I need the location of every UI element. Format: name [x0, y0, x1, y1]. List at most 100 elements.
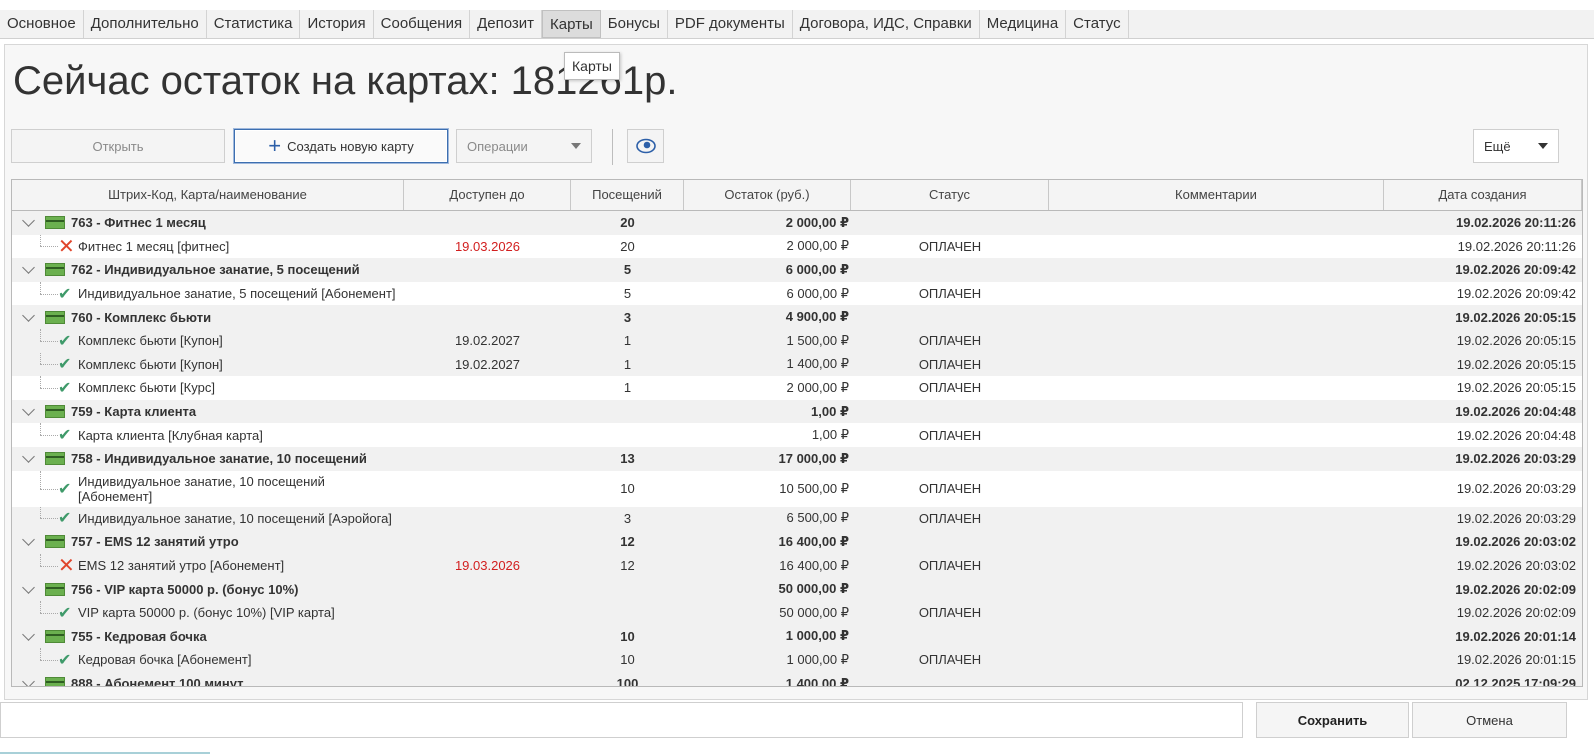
tab-item[interactable]: Сообщения: [374, 10, 471, 38]
card-item-row[interactable]: ✔ Индивидуальное занатие, 10 посещений [А…: [12, 506, 1582, 531]
tab-item[interactable]: Основное: [0, 10, 84, 38]
created-date-cell: 19.02.2026 20:03:29: [1456, 510, 1576, 526]
toolbar-divider: [612, 129, 613, 165]
card-group-row[interactable]: 755 - Кедровая бочка 10 1 000,00 ₽ 19.02.20…: [12, 624, 1582, 649]
tab-item[interactable]: PDF документы: [668, 10, 793, 38]
card-icon: [45, 629, 65, 643]
operations-label: Операции: [467, 138, 528, 154]
card-group-row[interactable]: 759 - Карта клиента 1,00 ₽ 19.02.2026 20:0…: [12, 399, 1582, 424]
card-group-row[interactable]: 756 - VIP карта 50000 р. (бонус 10%) 50 0…: [12, 577, 1582, 601]
valid-until-cell: [404, 577, 571, 601]
create-card-button[interactable]: + Создать новую карту: [234, 129, 448, 163]
column-header[interactable]: Доступен до: [404, 180, 571, 210]
tab-item[interactable]: Договора, ИДС, Справки: [793, 10, 980, 38]
comment-input[interactable]: [0, 702, 1243, 738]
card-item-row[interactable]: ✕ Фитнес 1 месяц [фитнес] 19.03.2026 20 2 00…: [12, 234, 1582, 259]
created-date-cell: 19.02.2026 20:03:29: [1456, 481, 1576, 497]
comment-cell: [1049, 211, 1384, 235]
tab-item[interactable]: Статистика: [207, 10, 301, 38]
chevron-down-icon[interactable]: [22, 261, 35, 275]
card-item-row[interactable]: ✔ Индивидуальное занатие, 5 посещений [Аб…: [12, 281, 1582, 306]
tab-item[interactable]: Дополнительно: [84, 10, 207, 38]
status-cell: ОПЛАЧЕН: [918, 238, 982, 254]
card-group-row[interactable]: 763 - Фитнес 1 месяц 20 2 000,00 ₽ 19.02.20…: [12, 211, 1582, 235]
cards-panel: Сейчас остаток на картах: 181261р. Откры…: [4, 44, 1588, 700]
card-name-cell: ✔ Индивидуальное занатие, 5 посещений [Аб…: [12, 281, 404, 306]
column-header[interactable]: Комментарии: [1049, 180, 1384, 210]
card-item-row[interactable]: ✔ Комплекс бьюти [Курс] 1 2 000,00 ₽ ОПЛАЧЕН…: [12, 376, 1582, 400]
card-item-row[interactable]: ✔ Индивидуальное занатие, 10 посещений [А…: [12, 470, 1582, 507]
card-group-row[interactable]: 888 - Абонемент 100 минут 100 1 400,00 ₽ 02…: [12, 671, 1582, 687]
column-header[interactable]: Посещений: [571, 180, 684, 210]
card-item-row[interactable]: ✕ EMS 12 занятий утро [Абонемент] 19.03.20…: [12, 553, 1582, 578]
check-icon: ✔: [58, 285, 72, 303]
card-name-text: 759 - Карта клиента: [71, 404, 197, 420]
card-group-row[interactable]: 757 - EMS 12 занятий утро 12 16 400,00 ₽ 19…: [12, 530, 1582, 554]
column-header[interactable]: Статус: [851, 180, 1049, 210]
tab-item[interactable]: Депозит: [470, 10, 543, 38]
cancel-button[interactable]: Отмена: [1412, 702, 1567, 738]
chevron-down-icon[interactable]: [22, 214, 35, 228]
chevron-down-icon[interactable]: [22, 628, 35, 641]
card-item-row[interactable]: ✔ Карта клиента [Клубная карта] 1,00 ₽ ОПЛА…: [12, 423, 1582, 447]
column-header[interactable]: Остаток (руб.): [684, 180, 851, 210]
status-cell: ОПЛАЧЕН: [918, 286, 982, 302]
card-item-row[interactable]: ✔ Комплекс бьюти [Купон] 19.02.2027 1 1 500,…: [12, 329, 1582, 353]
column-header[interactable]: Дата создания: [1384, 180, 1582, 210]
chevron-down-icon[interactable]: [22, 450, 35, 464]
card-item-row[interactable]: ✔ Комплекс бьюти [Купон] 19.02.2027 1 1 400,…: [12, 352, 1582, 377]
balance-cell: 1 400,00 ₽: [785, 675, 849, 687]
valid-until-cell: [404, 471, 571, 507]
chevron-down-icon: [1538, 143, 1548, 149]
tab-item[interactable]: Бонусы: [601, 10, 668, 38]
comment-cell: [1049, 258, 1384, 282]
tab-item[interactable]: Статус: [1066, 10, 1129, 38]
tree-connector: [22, 423, 58, 447]
view-button[interactable]: [627, 129, 664, 163]
chevron-down-icon[interactable]: [22, 533, 35, 547]
save-button[interactable]: Сохранить: [1256, 702, 1409, 738]
tab-item[interactable]: Карты: [542, 10, 601, 38]
visits-cell: 1: [623, 333, 632, 349]
create-card-label: Создать новую карту: [287, 138, 414, 154]
visits-cell: 20: [620, 238, 635, 254]
tab-item[interactable]: История: [300, 10, 374, 38]
chevron-down-icon[interactable]: [22, 308, 35, 322]
visits-cell: 5: [623, 286, 632, 302]
chevron-down-icon[interactable]: [22, 580, 35, 594]
card-icon: [45, 535, 65, 549]
card-name-cell: ✔ Комплекс бьюти [Курс]: [12, 376, 404, 400]
card-group-row[interactable]: 758 - Индивидуальное занатие, 10 посещен…: [12, 447, 1582, 471]
comment-cell: [1049, 672, 1384, 686]
created-date-cell: 19.02.2026 20:04:48: [1456, 427, 1576, 443]
tree-connector: [22, 553, 58, 578]
open-button-label: Открыть: [92, 138, 144, 154]
card-item-row[interactable]: ✔ Кедровая бочка [Абонемент] 10 1 000,00 ₽ О…: [12, 648, 1582, 672]
open-button[interactable]: Открыть: [11, 129, 225, 163]
tree-connector: [22, 470, 58, 507]
card-name-text: Комплекс бьюти [Купон]: [78, 333, 223, 349]
card-name-text: 760 - Комплекс бьюти: [71, 309, 212, 325]
column-header[interactable]: Штрих-Код, Карта/наименование: [12, 180, 404, 210]
card-icon: [45, 582, 65, 596]
visits-cell: 20: [620, 215, 635, 231]
card-item-row[interactable]: ✔ VIP карта 50000 р. (бонус 10%) [VIP кар…: [12, 601, 1582, 625]
tab-item[interactable]: Медицина: [980, 10, 1067, 38]
more-dropdown[interactable]: Ещё: [1473, 129, 1559, 163]
visits-cell: 5: [623, 262, 632, 278]
card-name-text: Фитнес 1 месяц [фитнес]: [78, 238, 230, 254]
card-group-row[interactable]: 762 - Индивидуальное занатие, 5 посещени…: [12, 258, 1582, 282]
card-name-cell: 758 - Индивидуальное занатие, 10 посещен…: [12, 447, 404, 471]
card-name-text: VIP карта 50000 р. (бонус 10%) [VIP карт…: [78, 605, 335, 621]
tree-connector: [22, 329, 58, 353]
card-name-text: Индивидуальное занатие, 5 посещений [Або…: [78, 286, 396, 302]
comment-cell: [1049, 648, 1384, 672]
status-cell: ОПЛАЧЕН: [918, 356, 982, 372]
chevron-down-icon[interactable]: [22, 675, 35, 686]
card-group-row[interactable]: 760 - Комплекс бьюти 3 4 900,00 ₽ 19.02.202…: [12, 305, 1582, 329]
card-name-text: 755 - Кедровая бочка: [71, 628, 207, 644]
operations-dropdown[interactable]: Операции: [456, 129, 592, 163]
grid-header: Штрих-Код, Карта/наименование Доступен до…: [12, 180, 1582, 211]
chevron-down-icon[interactable]: [22, 403, 35, 416]
card-name-text: Комплекс бьюти [Купон]: [78, 356, 223, 372]
